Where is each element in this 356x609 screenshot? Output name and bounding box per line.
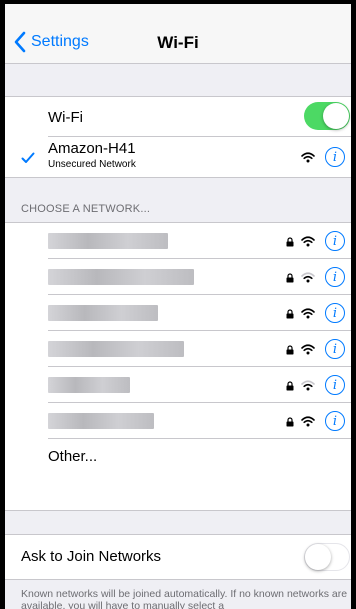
wifi-toggle-row: Wi-Fi [5, 97, 351, 137]
info-icon: i [332, 269, 338, 285]
ask-to-join-toggle[interactable] [304, 543, 350, 571]
info-icon: i [332, 377, 338, 393]
wifi-signal-icon [301, 344, 315, 355]
other-network-row[interactable]: Other... [5, 439, 351, 475]
info-icon: i [332, 341, 338, 357]
wifi-toggle[interactable] [304, 102, 350, 130]
network-name-redacted [48, 305, 158, 321]
network-name-redacted [48, 413, 154, 429]
navigation-bar: Settings Wi-Fi [5, 4, 351, 64]
checkmark-icon [21, 152, 35, 163]
other-network-label: Other... [48, 448, 98, 465]
connected-network-name: Amazon-H41 [48, 140, 136, 157]
network-row[interactable]: i [5, 295, 351, 331]
network-row[interactable]: i [5, 331, 351, 367]
network-row[interactable]: i [5, 223, 351, 259]
network-name-redacted [48, 377, 130, 393]
wifi-label: Wi-Fi [48, 109, 83, 126]
choose-network-header: CHOOSE A NETWORK... [21, 203, 151, 215]
info-button[interactable]: i [325, 267, 345, 287]
info-icon: i [332, 413, 338, 429]
wifi-signal-icon [301, 416, 315, 427]
info-button[interactable]: i [325, 231, 345, 251]
ask-to-join-group: Ask to Join Networks [5, 534, 351, 580]
networks-list: i i i i i i Other... [5, 222, 351, 511]
ask-to-join-label: Ask to Join Networks [21, 548, 162, 565]
wifi-signal-icon [301, 272, 315, 283]
info-icon: i [332, 149, 338, 165]
network-name-redacted [48, 233, 168, 249]
wifi-signal-icon [301, 380, 315, 391]
wifi-signal-icon [301, 236, 315, 247]
info-button[interactable]: i [325, 303, 345, 323]
info-icon: i [332, 233, 338, 249]
network-row[interactable]: i [5, 259, 351, 295]
info-icon: i [332, 305, 338, 321]
ask-to-join-footer: Known networks will be joined automatica… [21, 588, 348, 609]
wifi-signal-icon [301, 152, 315, 163]
wifi-signal-icon [301, 308, 315, 319]
connected-network-row[interactable]: Amazon-H41 Unsecured Network i [5, 137, 351, 179]
info-button[interactable]: i [325, 411, 345, 431]
toggle-knob [323, 103, 349, 129]
lock-icon [286, 381, 294, 391]
network-row[interactable]: i [5, 403, 351, 439]
network-name-redacted [48, 341, 184, 357]
wifi-settings-screen: Settings Wi-Fi Wi-Fi Amazon-H41 Unsecure… [5, 4, 351, 609]
info-button[interactable]: i [325, 147, 345, 167]
toggle-knob [305, 544, 331, 570]
page-title: Wi-Fi [157, 33, 199, 52]
lock-icon [286, 417, 294, 427]
lock-icon [286, 237, 294, 247]
wifi-group: Wi-Fi Amazon-H41 Unsecured Network i [5, 96, 351, 178]
network-row[interactable]: i [5, 367, 351, 403]
connected-network-status: Unsecured Network [48, 159, 136, 170]
lock-icon [286, 309, 294, 319]
lock-icon [286, 345, 294, 355]
info-button[interactable]: i [325, 375, 345, 395]
info-button[interactable]: i [325, 339, 345, 359]
network-name-redacted [48, 269, 194, 285]
lock-icon [286, 273, 294, 283]
